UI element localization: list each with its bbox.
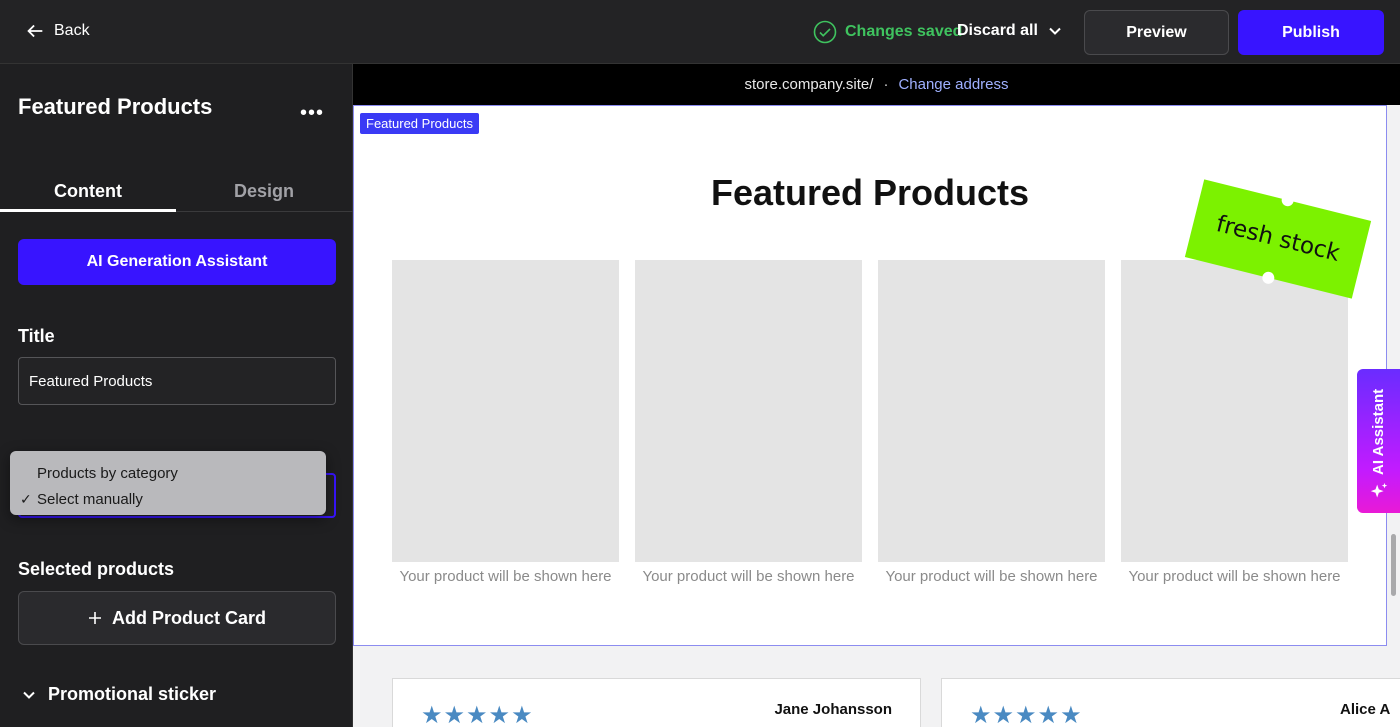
publish-button[interactable]: Publish [1238,10,1384,55]
tab-content[interactable]: Content [0,172,176,212]
panel-tabs: Content Design [0,164,353,212]
product-caption: Your product will be shown here [885,568,1098,585]
title-input[interactable]: Featured Products [18,357,336,405]
top-bar: Back Changes saved Discard all Preview P… [0,0,1400,64]
canvas-scrollbar[interactable] [1391,534,1396,596]
product-card[interactable]: Your product will be shown here [392,260,619,590]
plus-icon [88,612,101,624]
review-card: ★★★★★ Jane Johansson [392,678,921,727]
more-horizontal-icon[interactable]: ••• [300,102,324,125]
add-product-label: Add Product Card [111,607,266,628]
promotional-sticker-toggle[interactable]: Promotional sticker [22,684,216,705]
discard-label: Discard all [957,22,1038,39]
checkmark-icon: ✓ [20,490,32,507]
review-card: ★★★★★ Alice A [941,678,1400,727]
products-source-dropdown: Products by category ✓ Select manually [10,451,326,515]
promo-label: Promotional sticker [48,684,217,704]
tab-design[interactable]: Design [176,172,352,212]
product-card[interactable]: Your product will be shown here [878,260,1105,590]
chevron-down-icon [23,691,35,699]
product-card[interactable]: Your product will be shown here [1121,260,1348,590]
selected-products-label: Selected products [18,559,175,579]
address-bar: store.company.site/ · Change address [353,64,1400,105]
ai-assistant-label: AI Assistant [1370,388,1387,475]
product-image-placeholder [878,260,1105,562]
product-caption: Your product will be shown here [1128,568,1341,585]
product-image-placeholder [392,260,619,562]
reviewer-name: Alice A [1340,701,1391,718]
change-address-link[interactable]: Change address [898,76,1008,93]
sticker-text: fresh stock [1213,211,1343,267]
dropdown-option-by-category[interactable]: Products by category [10,460,326,486]
discard-all-button[interactable]: Discard all [957,22,1062,40]
product-card[interactable]: Your product will be shown here [635,260,862,590]
store-address: store.company.site/ [744,76,874,93]
section-tag: Featured Products [360,113,479,134]
preview-button[interactable]: Preview [1084,10,1229,55]
star-rating: ★★★★★ [970,702,1083,727]
panel-title: Featured Products [18,94,213,119]
dropdown-option-select-manually[interactable]: ✓ Select manually [10,486,326,512]
settings-sidebar: Featured Products ••• Content Design AI … [0,64,353,727]
back-label: Back [54,22,90,39]
check-circle-icon [813,20,837,44]
preview-canvas: store.company.site/ · Change address Fea… [353,64,1400,727]
ai-generation-assistant-button[interactable]: AI Generation Assistant [18,239,336,285]
reviewer-name: Jane Johansson [774,701,892,718]
ai-assistant-tab[interactable]: AI Assistant [1357,369,1400,513]
option-label: Select manually [37,490,143,508]
sparkle-icon [1370,482,1388,498]
product-caption: Your product will be shown here [642,568,855,585]
product-image-placeholder [635,260,862,562]
save-status: Changes saved [813,20,962,44]
arrow-left-icon [27,24,43,38]
chevron-down-icon [1049,27,1061,35]
featured-products-section[interactable]: Featured Products Featured Products Your… [353,105,1387,646]
title-field-label: Title [18,326,55,346]
option-label: Products by category [37,464,178,482]
add-product-card-button[interactable]: Add Product Card [18,591,336,645]
star-rating: ★★★★★ [421,702,534,727]
product-image-placeholder [1121,260,1348,562]
product-caption: Your product will be shown here [399,568,612,585]
save-status-text: Changes saved [845,23,963,40]
back-button[interactable]: Back [24,20,90,42]
address-separator: · [883,76,889,93]
